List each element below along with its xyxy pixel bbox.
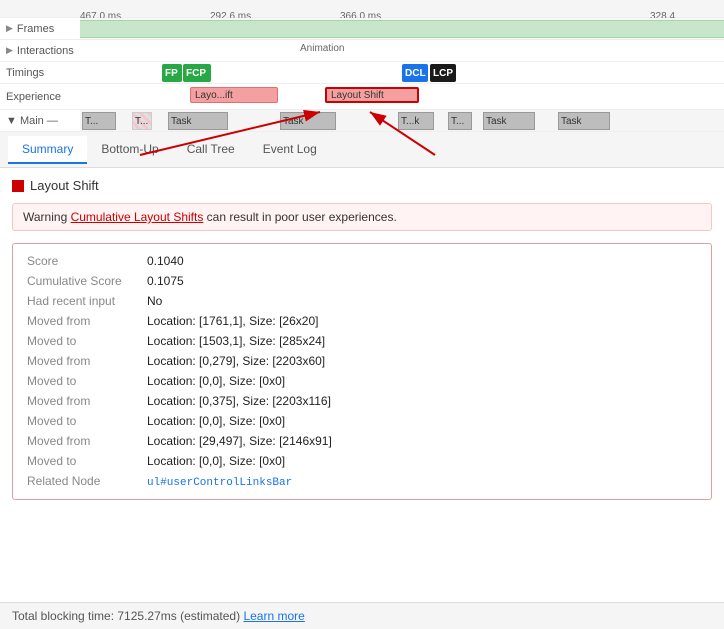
- tasks-content: T... T... Task Task T...k T... Task Task: [80, 110, 724, 131]
- layout-shift-block-selected[interactable]: Layout Shift: [325, 87, 419, 103]
- detail-recent-input: Had recent input No: [27, 294, 697, 308]
- fp-marker: FP: [162, 64, 182, 82]
- footer-text: Total blocking time: 7125.27ms (estimate…: [12, 609, 240, 623]
- timings-label-text: Timings: [6, 67, 44, 79]
- task-block-2[interactable]: T...: [132, 112, 152, 130]
- interactions-row: ▶ Interactions Animation: [0, 40, 724, 62]
- experience-content: Layo...ift Layout Shift: [80, 84, 724, 109]
- frames-row: ▶ Frames: [0, 18, 724, 40]
- detail-label-cumulative-score: Cumulative Score: [27, 274, 147, 288]
- main-tasks-row: ▼ Main — T... T... Task Task T...k T... …: [0, 110, 724, 132]
- layout-shift-icon: [12, 180, 24, 192]
- dcl-marker: DCL: [402, 64, 428, 82]
- layout-shift-block-1[interactable]: Layo...ift: [190, 87, 278, 103]
- fcp-marker: FCP: [183, 64, 211, 82]
- task-block-8[interactable]: Task: [558, 112, 610, 130]
- detail-value-moved-to-4: Location: [0,0], Size: [0x0]: [147, 454, 285, 468]
- detail-value-cumulative-score: 0.1075: [147, 274, 184, 288]
- content-area: Layout Shift Warning Cumulative Layout S…: [0, 168, 724, 510]
- detail-moved-to-2: Moved to Location: [0,0], Size: [0x0]: [27, 374, 697, 388]
- interactions-content: Animation: [80, 40, 724, 61]
- detail-moved-from-4: Moved from Location: [29,497], Size: [21…: [27, 434, 697, 448]
- detail-label-moved-from-2: Moved from: [27, 354, 147, 368]
- detail-label-moved-to-2: Moved to: [27, 374, 147, 388]
- task-block-5[interactable]: T...k: [398, 112, 434, 130]
- warning-prefix: Warning: [23, 210, 67, 224]
- frames-label: ▶ Frames: [0, 23, 80, 35]
- detail-value-moved-from-1: Location: [1761,1], Size: [26x20]: [147, 314, 318, 328]
- task-block-3[interactable]: Task: [168, 112, 228, 130]
- detail-value-score: 0.1040: [147, 254, 184, 268]
- tabs-bar: Summary Bottom-Up Call Tree Event Log: [0, 132, 724, 168]
- tab-call-tree[interactable]: Call Tree: [173, 136, 249, 164]
- interactions-triangle: ▶: [6, 45, 13, 56]
- detail-moved-from-2: Moved from Location: [0,279], Size: [220…: [27, 354, 697, 368]
- detail-moved-from-3: Moved from Location: [0,375], Size: [220…: [27, 394, 697, 408]
- detail-label-moved-from-1: Moved from: [27, 314, 147, 328]
- detail-label-moved-to-4: Moved to: [27, 454, 147, 468]
- task-block-7[interactable]: Task: [483, 112, 535, 130]
- experience-label: Experience: [0, 91, 80, 103]
- detail-label-moved-to-1: Moved to: [27, 334, 147, 348]
- detail-label-moved-to-3: Moved to: [27, 414, 147, 428]
- warning-box: Warning Cumulative Layout Shifts can res…: [12, 203, 712, 231]
- timeline-section: 467.0 ms 292.6 ms 366.0 ms 328.4 ▶ Frame…: [0, 0, 724, 132]
- detail-moved-to-1: Moved to Location: [1503,1], Size: [285x…: [27, 334, 697, 348]
- detail-value-moved-from-4: Location: [29,497], Size: [2146x91]: [147, 434, 332, 448]
- detail-value-moved-to-1: Location: [1503,1], Size: [285x24]: [147, 334, 325, 348]
- animation-label: Animation: [300, 43, 344, 54]
- detail-value-moved-to-2: Location: [0,0], Size: [0x0]: [147, 374, 285, 388]
- timings-label: Timings: [0, 67, 80, 79]
- interactions-label: ▶ Interactions: [0, 45, 80, 57]
- detail-moved-to-4: Moved to Location: [0,0], Size: [0x0]: [27, 454, 697, 468]
- frame-bar: [80, 20, 724, 38]
- detail-label-recent-input: Had recent input: [27, 294, 147, 308]
- ruler-row: 467.0 ms 292.6 ms 366.0 ms 328.4: [0, 0, 724, 18]
- detail-related-node: Related Node ul#userControlLinksBar: [27, 474, 697, 489]
- detail-value-moved-from-2: Location: [0,279], Size: [2203x60]: [147, 354, 325, 368]
- section-title-text: Layout Shift: [30, 178, 99, 193]
- detail-moved-from-1: Moved from Location: [1761,1], Size: [26…: [27, 314, 697, 328]
- task-block-6[interactable]: T...: [448, 112, 472, 130]
- details-box: Score 0.1040 Cumulative Score 0.1075 Had…: [12, 243, 712, 500]
- timings-row: Timings FP FCP DCL LCP: [0, 62, 724, 84]
- footer-bar: Total blocking time: 7125.27ms (estimate…: [0, 602, 724, 629]
- experience-label-text: Experience: [6, 91, 61, 103]
- lcp-marker: LCP: [430, 64, 456, 82]
- warning-suffix: can result in poor user experiences.: [207, 210, 397, 224]
- frames-content: [80, 18, 724, 39]
- learn-more-link[interactable]: Learn more: [243, 609, 304, 623]
- detail-label-score: Score: [27, 254, 147, 268]
- detail-label-moved-from-4: Moved from: [27, 434, 147, 448]
- task-block-1[interactable]: T...: [82, 112, 116, 130]
- timings-content: FP FCP DCL LCP: [80, 62, 724, 83]
- detail-cumulative-score: Cumulative Score 0.1075: [27, 274, 697, 288]
- task-block-4[interactable]: Task: [280, 112, 336, 130]
- section-title: Layout Shift: [12, 178, 712, 193]
- frames-label-text: Frames: [17, 23, 54, 35]
- main-label: ▼ Main —: [0, 115, 80, 127]
- detail-value-related-node[interactable]: ul#userControlLinksBar: [147, 477, 292, 489]
- frames-triangle: ▶: [6, 23, 13, 34]
- detail-score: Score 0.1040: [27, 254, 697, 268]
- cumulative-layout-shifts-link[interactable]: Cumulative Layout Shifts: [71, 210, 204, 224]
- tab-summary[interactable]: Summary: [8, 136, 87, 164]
- tab-bottom-up[interactable]: Bottom-Up: [87, 136, 172, 164]
- detail-value-moved-from-3: Location: [0,375], Size: [2203x116]: [147, 394, 331, 408]
- detail-value-moved-to-3: Location: [0,0], Size: [0x0]: [147, 414, 285, 428]
- tab-event-log[interactable]: Event Log: [249, 136, 331, 164]
- main-label-text: ▼ Main —: [6, 115, 58, 127]
- detail-moved-to-3: Moved to Location: [0,0], Size: [0x0]: [27, 414, 697, 428]
- interactions-label-text: Interactions: [17, 45, 74, 57]
- experience-row: Experience Layo...ift Layout Shift: [0, 84, 724, 110]
- detail-label-related-node: Related Node: [27, 474, 147, 488]
- detail-value-recent-input: No: [147, 294, 162, 308]
- detail-label-moved-from-3: Moved from: [27, 394, 147, 408]
